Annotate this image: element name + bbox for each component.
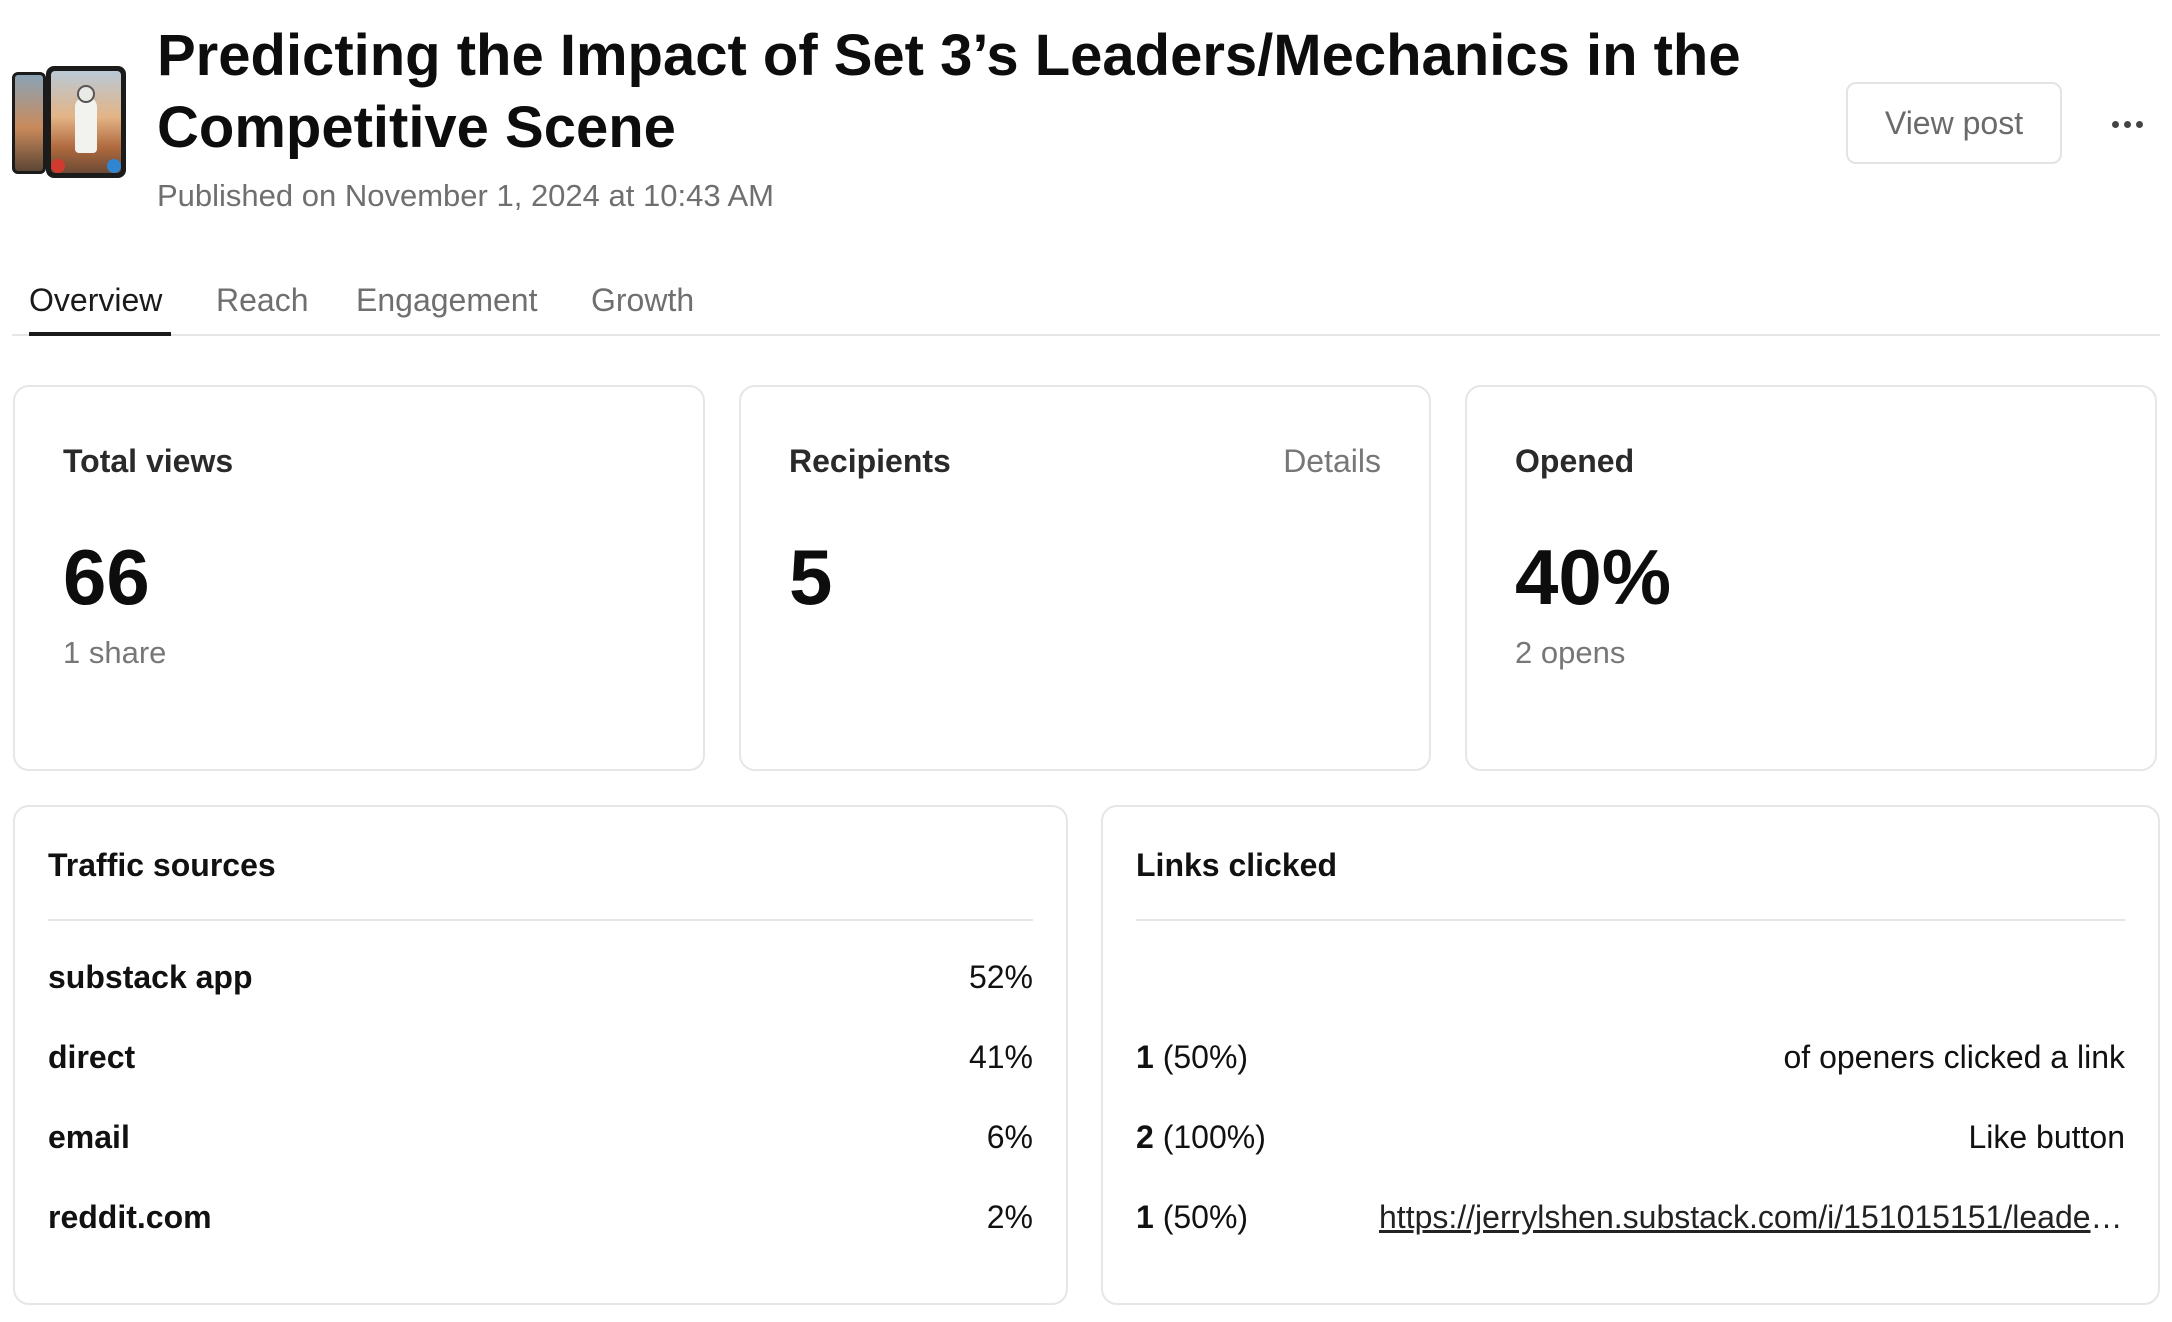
link-click-count: 2 (100%)	[1136, 1119, 1266, 1155]
view-post-button[interactable]: View post	[1846, 82, 2062, 164]
traffic-source-name: email	[48, 1119, 130, 1155]
traffic-source-pct: 6%	[986, 1119, 1033, 1155]
link-row: 1 (50%) https://jerrylshen.substack.com/…	[1136, 1199, 2125, 1249]
tab-reach[interactable]: Reach	[216, 282, 309, 336]
divider	[48, 919, 1033, 921]
total-views-value: 66	[63, 533, 150, 621]
post-thumbnail	[12, 66, 126, 178]
recipients-card: Recipients Details 5	[739, 385, 1431, 771]
clicked-link-url[interactable]: https://jerrylshen.substack.com/i/151015…	[1379, 1199, 2125, 1236]
card-back-image	[12, 72, 46, 174]
link-row: 1 (50%) of openers clicked a link	[1136, 1039, 2125, 1089]
traffic-source-pct: 2%	[986, 1199, 1033, 1235]
opened-value: 40%	[1515, 533, 1672, 621]
traffic-sources-panel: Traffic sources substack app 52% direct …	[13, 805, 1068, 1305]
more-options-icon[interactable]	[2100, 104, 2154, 144]
traffic-source-pct: 52%	[968, 959, 1033, 995]
links-clicked-title: Links clicked	[1136, 847, 1337, 883]
card-aspect-blue-icon	[107, 159, 121, 173]
traffic-source-name: direct	[48, 1039, 136, 1075]
shares-count: 1 share	[63, 635, 167, 670]
total-views-card: Total views 66 1 share	[13, 385, 705, 771]
trooper-figure	[75, 97, 97, 153]
opened-card: Opened 40% 2 opens	[1465, 385, 2157, 771]
traffic-source-pct: 41%	[968, 1039, 1033, 1075]
traffic-sources-title: Traffic sources	[48, 847, 276, 883]
card-aspect-red-icon	[51, 159, 65, 173]
post-title: Predicting the Impact of Set 3’s Leaders…	[157, 23, 1741, 160]
links-clicked-panel: Links clicked 1 (50%) of openers clicked…	[1101, 805, 2160, 1305]
opens-count: 2 opens	[1515, 635, 1626, 670]
link-click-count: 1 (50%)	[1136, 1199, 1249, 1235]
traffic-row: direct 41%	[48, 1039, 1033, 1089]
link-row: 2 (100%) Like button	[1136, 1119, 2125, 1169]
card-art	[51, 71, 121, 173]
trooper-helmet	[77, 85, 95, 103]
traffic-row: reddit.com 2%	[48, 1199, 1033, 1249]
tab-growth[interactable]: Growth	[591, 282, 694, 336]
traffic-source-name: reddit.com	[48, 1199, 212, 1235]
recipients-value: 5	[789, 533, 833, 621]
traffic-row: email 6%	[48, 1119, 1033, 1169]
card-front-image	[46, 66, 126, 178]
link-target: of openers clicked a link	[1783, 1039, 2125, 1075]
traffic-source-name: substack app	[48, 959, 253, 995]
total-views-label: Total views	[63, 443, 234, 479]
post-header: Predicting the Impact of Set 3’s Leaders…	[12, 20, 2160, 220]
opened-label: Opened	[1515, 443, 1635, 479]
tab-overview[interactable]: Overview	[29, 282, 171, 336]
link-click-count: 1 (50%)	[1136, 1039, 1249, 1075]
recipients-label: Recipients	[789, 443, 951, 479]
divider	[1136, 919, 2125, 921]
published-date: Published on November 1, 2024 at 10:43 A…	[157, 178, 774, 213]
recipients-details-link[interactable]: Details	[1283, 443, 1381, 480]
link-target: Like button	[1968, 1119, 2125, 1155]
tab-engagement[interactable]: Engagement	[356, 282, 537, 336]
tab-bar: Overview Reach Engagement Growth	[12, 278, 2160, 336]
traffic-row: substack app 52%	[48, 959, 1033, 1009]
